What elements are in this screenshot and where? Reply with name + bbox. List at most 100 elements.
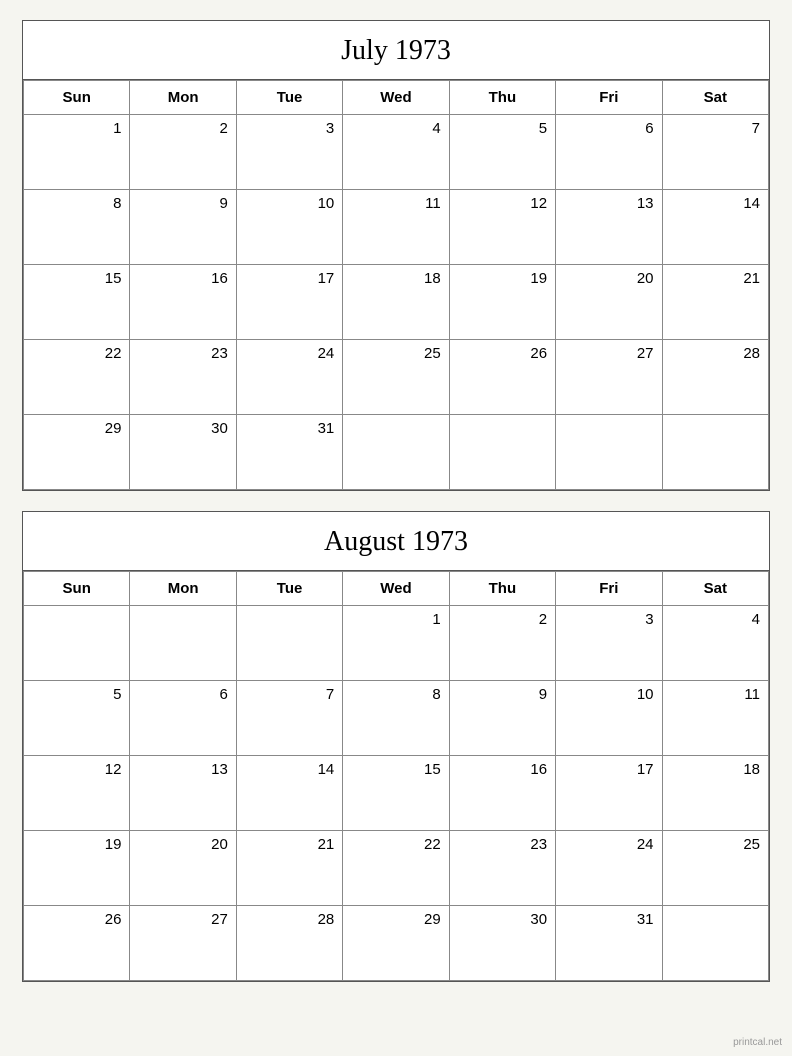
day-cell: 6 [556, 115, 662, 190]
day-cell: 5 [24, 681, 130, 756]
day-cell: 23 [130, 340, 236, 415]
day-cell: 24 [236, 340, 342, 415]
day-cell: 18 [343, 265, 449, 340]
day-cell: 15 [343, 756, 449, 831]
day-cell: 3 [556, 606, 662, 681]
day-cell: 19 [449, 265, 555, 340]
august-title: August 1973 [23, 512, 769, 571]
day-cell: 20 [130, 831, 236, 906]
day-cell: 29 [343, 906, 449, 981]
day-cell: 14 [236, 756, 342, 831]
july-body: 1234567891011121314151617181920212223242… [24, 115, 769, 490]
day-cell [662, 415, 768, 490]
day-cell: 31 [236, 415, 342, 490]
day-cell: 17 [556, 756, 662, 831]
table-row: 262728293031 [24, 906, 769, 981]
day-cell: 6 [130, 681, 236, 756]
day-cell: 5 [449, 115, 555, 190]
day-cell: 1 [24, 115, 130, 190]
day-cell: 21 [662, 265, 768, 340]
day-cell: 20 [556, 265, 662, 340]
day-cell: 28 [236, 906, 342, 981]
day-cell: 24 [556, 831, 662, 906]
header-tue: Tue [236, 81, 342, 115]
day-cell: 8 [343, 681, 449, 756]
day-cell: 16 [449, 756, 555, 831]
july-header-row: Sun Mon Tue Wed Thu Fri Sat [24, 81, 769, 115]
day-cell: 11 [662, 681, 768, 756]
table-row: 1234567 [24, 115, 769, 190]
july-grid: Sun Mon Tue Wed Thu Fri Sat 123456789101… [23, 80, 769, 490]
header-sun: Sun [24, 572, 130, 606]
header-wed: Wed [343, 572, 449, 606]
table-row: 12131415161718 [24, 756, 769, 831]
table-row: 1234 [24, 606, 769, 681]
day-cell: 12 [449, 190, 555, 265]
header-sat: Sat [662, 81, 768, 115]
day-cell: 26 [24, 906, 130, 981]
day-cell: 30 [130, 415, 236, 490]
day-cell [662, 906, 768, 981]
august-header-row: Sun Mon Tue Wed Thu Fri Sat [24, 572, 769, 606]
day-cell: 27 [130, 906, 236, 981]
header-mon: Mon [130, 81, 236, 115]
day-cell: 25 [343, 340, 449, 415]
table-row: 567891011 [24, 681, 769, 756]
july-calendar: July 1973 Sun Mon Tue Wed Thu Fri Sat 12… [22, 20, 770, 491]
day-cell: 21 [236, 831, 342, 906]
day-cell: 9 [449, 681, 555, 756]
day-cell: 19 [24, 831, 130, 906]
day-cell: 1 [343, 606, 449, 681]
day-cell: 17 [236, 265, 342, 340]
august-body: 1234567891011121314151617181920212223242… [24, 606, 769, 981]
table-row: 19202122232425 [24, 831, 769, 906]
table-row: 22232425262728 [24, 340, 769, 415]
day-cell [24, 606, 130, 681]
day-cell: 2 [130, 115, 236, 190]
header-fri: Fri [556, 81, 662, 115]
day-cell: 28 [662, 340, 768, 415]
day-cell: 10 [556, 681, 662, 756]
day-cell: 4 [662, 606, 768, 681]
day-cell: 16 [130, 265, 236, 340]
day-cell: 9 [130, 190, 236, 265]
day-cell: 10 [236, 190, 342, 265]
day-cell: 13 [556, 190, 662, 265]
day-cell: 8 [24, 190, 130, 265]
header-wed: Wed [343, 81, 449, 115]
table-row: 293031 [24, 415, 769, 490]
day-cell: 25 [662, 831, 768, 906]
header-mon: Mon [130, 572, 236, 606]
day-cell: 22 [343, 831, 449, 906]
day-cell: 31 [556, 906, 662, 981]
watermark: printcal.net [733, 1037, 782, 1048]
header-sat: Sat [662, 572, 768, 606]
header-tue: Tue [236, 572, 342, 606]
day-cell [343, 415, 449, 490]
day-cell: 13 [130, 756, 236, 831]
day-cell: 14 [662, 190, 768, 265]
header-thu: Thu [449, 572, 555, 606]
day-cell: 15 [24, 265, 130, 340]
day-cell [236, 606, 342, 681]
day-cell: 11 [343, 190, 449, 265]
day-cell: 3 [236, 115, 342, 190]
table-row: 15161718192021 [24, 265, 769, 340]
header-sun: Sun [24, 81, 130, 115]
day-cell: 7 [662, 115, 768, 190]
header-fri: Fri [556, 572, 662, 606]
day-cell: 23 [449, 831, 555, 906]
header-thu: Thu [449, 81, 555, 115]
table-row: 891011121314 [24, 190, 769, 265]
day-cell: 18 [662, 756, 768, 831]
day-cell: 26 [449, 340, 555, 415]
day-cell: 7 [236, 681, 342, 756]
day-cell: 4 [343, 115, 449, 190]
day-cell: 12 [24, 756, 130, 831]
august-grid: Sun Mon Tue Wed Thu Fri Sat 123456789101… [23, 571, 769, 981]
day-cell: 29 [24, 415, 130, 490]
day-cell: 27 [556, 340, 662, 415]
day-cell [556, 415, 662, 490]
day-cell [130, 606, 236, 681]
july-title: July 1973 [23, 21, 769, 80]
